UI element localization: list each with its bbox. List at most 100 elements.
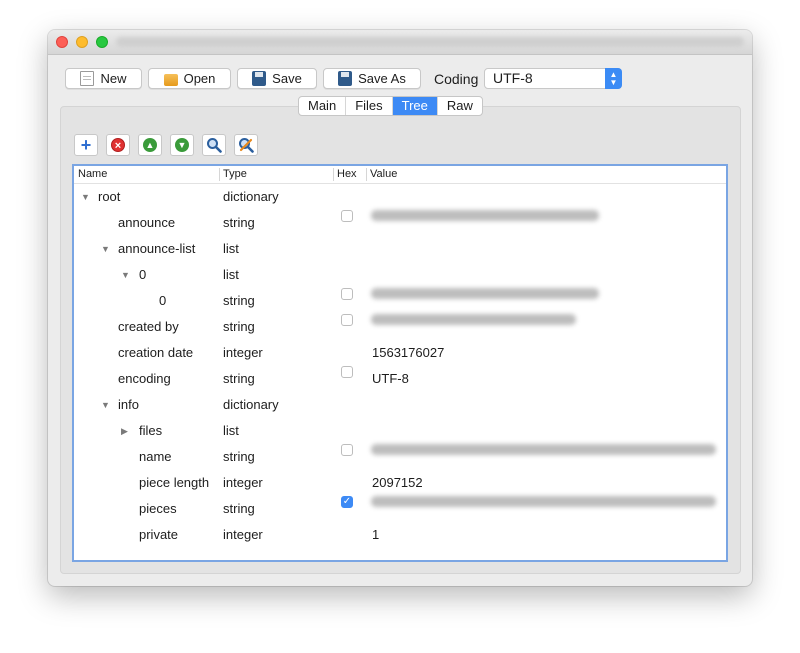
column-header-value[interactable]: Value [370, 166, 397, 183]
tree-row[interactable]: created by string [74, 314, 726, 340]
redacted-value [371, 288, 599, 299]
disclosure-open-icon[interactable]: ▼ [101, 236, 110, 262]
row-name: pieces [139, 501, 177, 516]
zoom-window-button[interactable] [96, 36, 108, 48]
row-value: UTF-8 [372, 371, 409, 386]
tab-bar: Main Files Tree Raw [298, 96, 483, 116]
coding-label: Coding [434, 71, 479, 87]
search-replace-button[interactable] [234, 134, 258, 156]
row-name: creation date [118, 345, 194, 360]
redacted-value [371, 444, 716, 455]
row-type: string [223, 293, 255, 308]
row-type: dictionary [223, 397, 279, 412]
row-type: dictionary [223, 189, 279, 204]
coding-select[interactable]: UTF-8 ▲ ▼ [484, 68, 622, 89]
open-button-label: Open [183, 71, 216, 86]
tab-raw[interactable]: Raw [438, 97, 482, 115]
save-button[interactable]: Save [237, 68, 317, 89]
tree-row[interactable]: announce string [74, 210, 726, 236]
hex-checkbox[interactable] [341, 210, 353, 222]
app-window: New Open Save Save As Coding UTF-8 ▲ ▼ Ma… [48, 30, 752, 586]
floppy-disk-icon [252, 71, 267, 86]
save-button-label: Save [272, 71, 302, 86]
row-name: name [139, 449, 172, 464]
add-icon: + [80, 135, 92, 155]
disclosure-closed-icon[interactable]: ▶ [121, 418, 128, 444]
save-as-button[interactable]: Save As [323, 68, 421, 89]
row-value: 1 [372, 527, 380, 542]
row-type: list [223, 267, 239, 282]
hex-checkbox-checked[interactable]: ✓ [341, 496, 353, 508]
close-window-button[interactable] [56, 36, 68, 48]
disclosure-open-icon[interactable]: ▼ [121, 262, 130, 288]
tree-row[interactable]: ▼ 0 list [74, 262, 726, 288]
folder-icon [163, 73, 178, 86]
move-up-icon: ▲ [143, 138, 157, 152]
hex-checkbox[interactable] [341, 288, 353, 300]
move-down-button[interactable]: ▼ [170, 134, 194, 156]
title-bar [48, 30, 752, 55]
row-type: string [223, 371, 255, 386]
column-divider [219, 168, 220, 181]
window-title-redacted [116, 37, 744, 47]
new-button-label: New [100, 71, 127, 86]
remove-node-button[interactable]: × [106, 134, 130, 156]
column-divider [366, 168, 367, 181]
row-name: info [118, 397, 139, 412]
row-name: root [98, 189, 121, 204]
column-header-name[interactable]: Name [78, 166, 107, 183]
search-replace-icon [239, 138, 254, 153]
tree-row[interactable]: ▶ files list [74, 418, 726, 444]
row-name: 0 [139, 267, 147, 282]
tree-row[interactable]: pieces string ✓ [74, 496, 726, 522]
chevron-updown-icon: ▲ ▼ [605, 68, 622, 89]
disclosure-open-icon[interactable]: ▼ [101, 392, 110, 418]
column-header-hex[interactable]: Hex [337, 166, 357, 183]
row-type: string [223, 501, 255, 516]
row-name: announce [118, 215, 176, 230]
row-name: announce-list [118, 241, 196, 256]
row-type: string [223, 319, 255, 334]
tree-row[interactable]: 0 string [74, 288, 726, 314]
tree-row[interactable]: private integer 1 [74, 522, 726, 548]
row-type: integer [223, 527, 263, 542]
coding-select-value: UTF-8 [493, 70, 533, 86]
redacted-value [371, 496, 716, 507]
tree-row[interactable]: ▼ root dictionary [74, 184, 726, 210]
tree-row[interactable]: name string [74, 444, 726, 470]
row-type: integer [223, 345, 263, 360]
redacted-value [371, 210, 599, 221]
tree-row[interactable]: ▼ info dictionary [74, 392, 726, 418]
row-name: 0 [159, 293, 167, 308]
tree-view[interactable]: Name Type Hex Value ▼ root dictionary an… [72, 164, 728, 562]
tab-tree[interactable]: Tree [392, 97, 438, 115]
hex-checkbox[interactable] [341, 444, 353, 456]
column-header-type[interactable]: Type [223, 166, 247, 183]
tree-row[interactable]: piece length integer 2097152 [74, 470, 726, 496]
new-button[interactable]: New [65, 68, 142, 89]
row-name: encoding [118, 371, 171, 386]
tab-files[interactable]: Files [346, 97, 393, 115]
tree-row[interactable]: creation date integer 1563176027 [74, 340, 726, 366]
new-document-icon [80, 71, 95, 86]
disclosure-open-icon[interactable]: ▼ [81, 184, 90, 210]
move-up-button[interactable]: ▲ [138, 134, 162, 156]
hex-checkbox[interactable] [341, 366, 353, 378]
search-icon [207, 138, 222, 153]
search-button[interactable] [202, 134, 226, 156]
redacted-value [371, 314, 576, 325]
row-type: integer [223, 475, 263, 490]
tab-main[interactable]: Main [299, 97, 347, 115]
column-divider [333, 168, 334, 181]
tree-row[interactable]: ▼ announce-list list [74, 236, 726, 262]
open-button[interactable]: Open [148, 68, 231, 89]
tree-header: Name Type Hex Value [74, 166, 726, 184]
save-as-button-label: Save As [358, 71, 406, 86]
hex-checkbox[interactable] [341, 314, 353, 326]
remove-icon: × [111, 138, 125, 152]
tree-row[interactable]: encoding string UTF-8 [74, 366, 726, 392]
row-type: string [223, 449, 255, 464]
add-node-button[interactable]: + [74, 134, 98, 156]
minimize-window-button[interactable] [76, 36, 88, 48]
row-value: 1563176027 [372, 345, 445, 360]
